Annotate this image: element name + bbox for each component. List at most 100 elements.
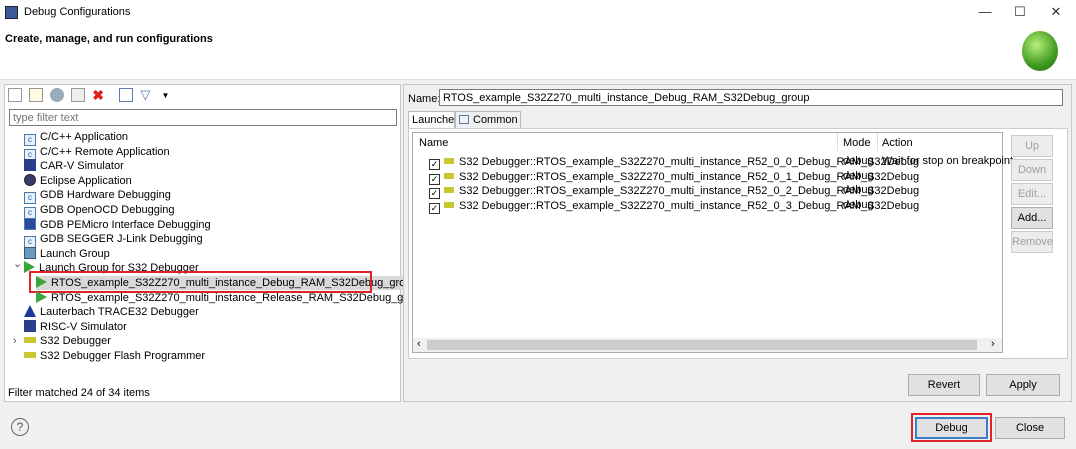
rvds-icon [24,319,36,332]
launch-group-icon [24,246,36,259]
s32-icon [24,337,36,344]
tab-common[interactable]: Common [455,111,521,128]
tree-toolbar: ✖ ▽ ▼ [8,88,169,104]
configuration-editor: Name: Launches Common Name Mode Action ✓… [403,84,1072,402]
help-icon[interactable]: ? [11,418,29,436]
app-icon [5,6,18,19]
launch-action: Wait for stop on breakpoint [882,155,1014,167]
launch-mode: debug [843,198,874,211]
tree-item[interactable]: c GDB OpenOCD Debugging [24,203,175,219]
column-divider [877,133,878,151]
scroll-left-icon[interactable]: ‹ [417,338,421,350]
tree-item-label: Launch Group [40,247,110,260]
revert-button[interactable]: Revert [908,374,980,396]
close-window-button[interactable]: ✕ [1041,4,1071,22]
tree-item[interactable]: RTOS_example_S32Z270_multi_instance_Rele… [36,290,426,305]
tree-item-label: S32 Debugger [40,335,111,348]
new-prototype-icon[interactable] [29,88,44,102]
s32-debugger-icon [444,187,454,194]
tab-launches[interactable]: Launches [408,111,460,128]
scrollbar-thumb[interactable] [427,340,977,350]
name-field[interactable] [439,89,1063,106]
remove-button[interactable]: Remove [1011,231,1053,253]
tree-item[interactable]: c GDB SEGGER J-Link Debugging [24,232,203,249]
down-button[interactable]: Down [1011,159,1053,181]
debug-button[interactable]: Debug [915,417,988,439]
launch-checkbox[interactable]: ✓ [429,202,440,214]
tree-item[interactable]: GDB PEMicro Interface Debugging [24,217,211,232]
trace32-icon [24,305,36,318]
launch-checkbox[interactable]: ✓ [429,159,440,170]
tab-label: Launches [412,114,460,126]
play-icon [36,290,47,303]
pe-icon [24,217,36,230]
tree-item[interactable]: RISC-V Simulator [24,319,127,334]
table-tab-icon [459,115,469,124]
column-header-mode[interactable]: Mode [843,137,871,149]
column-divider [837,133,838,151]
column-header-action[interactable]: Action [882,137,913,149]
horizontal-scrollbar[interactable]: ‹ › [413,338,1002,352]
up-button[interactable]: Up [1011,135,1053,157]
s32-icon [24,352,36,358]
tab-label: Common [473,114,518,126]
rvds-icon [24,159,36,172]
bug-icon [1022,31,1058,71]
tree-item[interactable]: Eclipse Application [24,173,132,188]
minimize-button[interactable]: — [970,4,1000,22]
tree-item[interactable]: c GDB Hardware Debugging [24,188,171,205]
delete-icon[interactable]: ✖ [92,88,106,102]
tree-item-label: GDB Hardware Debugging [40,189,171,202]
tree-item-label: CAR-V Simulator [40,160,124,173]
launch-mode: debug [843,169,874,182]
filter-status: Filter matched 24 of 34 items [8,387,150,399]
chevron-down-icon[interactable]: ⌄ [13,257,22,271]
filter-dropdown-icon[interactable]: ▼ [161,91,169,100]
dialog-header: Create, manage, and run configurations [0,25,1076,80]
close-button[interactable]: Close [995,417,1065,439]
filter-icon[interactable]: ▽ [140,88,154,102]
export-icon[interactable] [50,88,65,102]
collapse-all-icon[interactable] [119,88,134,102]
s32-debugger-icon [444,158,454,164]
s32-debugger-icon [444,201,454,208]
tree-item-label: C/C++ Application [40,131,129,143]
filter-input[interactable] [9,109,397,126]
tree-item-label: C/C++ Remote Application [40,145,170,158]
tree-item-label: RTOS_example_S32Z270_multi_instance_Rele… [51,291,426,304]
add-button[interactable]: Add... [1011,207,1053,229]
new-configuration-icon[interactable] [8,88,22,102]
edit-button[interactable]: Edit... [1011,183,1053,205]
tree-item[interactable]: c C/C++ Application [24,130,129,146]
tree-item-label: GDB OpenOCD Debugging [40,204,175,216]
tree-item[interactable]: Launch Group [24,246,110,261]
launch-checkbox[interactable]: ✓ [429,188,440,200]
tree-item-label: GDB SEGGER J-Link Debugging [40,233,203,246]
tree-item-label: RISC-V Simulator [40,320,127,333]
apply-button[interactable]: Apply [986,374,1060,396]
tree-item-label: S32 Debugger Flash Programmer [40,350,206,362]
s32-debugger-icon [444,172,454,179]
tree-item-label: Lauterbach TRACE32 Debugger [40,306,199,319]
window-title: Debug Configurations [24,6,131,18]
title-bar: Debug Configurations — ☐ ✕ [0,0,1076,25]
launch-mode: debug [843,184,874,197]
tree-item[interactable]: Lauterbach TRACE32 Debugger [24,305,199,319]
launches-table: Name Mode Action ✓ S32 Debugger::RTOS_exa… [412,132,1013,353]
tree-item-label: Eclipse Application [40,174,132,187]
tree-item-label: GDB PEMicro Interface Debugging [40,218,211,231]
tree-item[interactable]: CAR-V Simulator [24,159,124,173]
launch-mode: debug [843,155,874,167]
tree-item[interactable]: › S32 Debugger [13,334,111,348]
configuration-tree-panel: ✖ ▽ ▼ cC/C++ ApplicationcC/C++ Remote Ap… [4,84,425,402]
maximize-button[interactable]: ☐ [1005,4,1035,22]
column-header-name[interactable]: Name [419,137,448,149]
tree-item[interactable]: S32 Debugger Flash Programmer [24,349,205,363]
duplicate-icon[interactable] [71,88,86,102]
scroll-right-icon[interactable]: › [991,338,995,350]
name-label: Name: [408,93,441,105]
tree-item[interactable]: c C/C++ Remote Application [24,145,170,161]
eclipse-icon [24,173,36,186]
chevron-right-icon[interactable]: › [13,334,17,348]
launch-checkbox[interactable]: ✓ [429,173,440,185]
